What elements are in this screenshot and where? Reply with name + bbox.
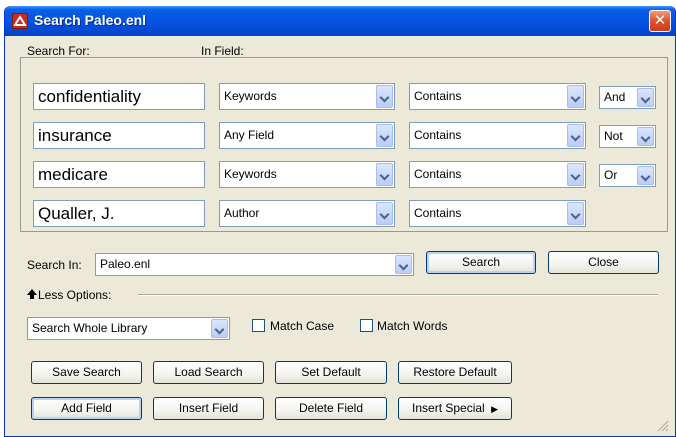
load-search-button[interactable]: Load Search [153, 361, 264, 384]
title-bar[interactable]: Search Paleo.enl ✕ [5, 6, 675, 36]
field-select[interactable]: Any Field [219, 122, 395, 149]
match-case-checkbox[interactable] [252, 319, 265, 332]
search-term-field[interactable]: medicare [33, 161, 205, 188]
chevron-down-icon[interactable] [637, 127, 654, 146]
chevron-down-icon[interactable] [395, 255, 412, 274]
search-term-field[interactable]: Qualler, J. [33, 200, 205, 227]
search-term-field[interactable]: insurance [33, 122, 205, 149]
triangle-right-icon: ▶ [491, 404, 498, 414]
match-case-label: Match Case [270, 319, 335, 333]
search-for-header: Search For: [27, 44, 90, 58]
chevron-down-icon[interactable] [376, 85, 393, 108]
insert-field-button[interactable]: Insert Field [153, 397, 264, 420]
operator-select[interactable]: Contains [409, 161, 586, 188]
match-words-label: Match Words [377, 319, 448, 333]
delete-field-button[interactable]: Delete Field [275, 397, 387, 420]
close-button[interactable]: Close [548, 251, 659, 274]
chevron-down-icon[interactable] [567, 202, 584, 225]
search-scope-select[interactable]: Search Whole Library [27, 317, 230, 340]
less-options-toggle[interactable]: Less Options: [38, 288, 111, 302]
field-select[interactable]: Keywords [219, 83, 395, 110]
operator-select-value: Contains [414, 89, 462, 103]
in-field-header: In Field: [201, 44, 244, 58]
operator-select[interactable]: Contains [409, 83, 586, 110]
field-select[interactable]: Keywords [219, 161, 395, 188]
search-in-select[interactable]: Paleo.enl [95, 253, 414, 276]
triangle-up-icon[interactable] [27, 288, 37, 300]
search-in-label: Search In: [27, 258, 82, 272]
search-scope-value: Search Whole Library [32, 321, 148, 335]
chevron-down-icon[interactable] [211, 319, 228, 338]
operator-select[interactable]: Contains [409, 200, 586, 227]
boolean-select-value: And [604, 90, 626, 104]
field-select-value: Any Field [224, 128, 275, 142]
operator-select-value: Contains [414, 206, 462, 220]
search-dialog: Search Paleo.enl ✕ Search For: In Field:… [4, 6, 676, 437]
options-separator [138, 294, 658, 296]
insert-special-button[interactable]: Insert Special ▶ [398, 397, 512, 420]
insert-special-label: Insert Special [412, 401, 485, 415]
chevron-down-icon[interactable] [567, 124, 584, 147]
close-icon[interactable]: ✕ [649, 10, 671, 32]
chevron-down-icon[interactable] [637, 166, 654, 185]
restore-default-button[interactable]: Restore Default [398, 361, 512, 384]
field-select[interactable]: Author [219, 200, 395, 227]
chevron-down-icon[interactable] [376, 202, 393, 225]
chevron-down-icon[interactable] [637, 88, 654, 107]
set-default-button[interactable]: Set Default [275, 361, 387, 384]
search-button[interactable]: Search [426, 251, 536, 274]
window-title: Search Paleo.enl [34, 12, 147, 28]
boolean-select[interactable]: Or [599, 164, 656, 187]
operator-select[interactable]: Contains [409, 122, 586, 149]
chevron-down-icon[interactable] [376, 124, 393, 147]
chevron-down-icon[interactable] [376, 163, 393, 186]
boolean-select-value: Not [604, 129, 623, 143]
resize-grip-icon[interactable] [657, 420, 669, 432]
boolean-select[interactable]: Not [599, 125, 656, 148]
save-search-button[interactable]: Save Search [31, 361, 142, 384]
field-select-value: Keywords [224, 89, 277, 103]
chevron-down-icon[interactable] [567, 85, 584, 108]
chevron-down-icon[interactable] [567, 163, 584, 186]
add-field-button[interactable]: Add Field [31, 397, 142, 420]
endnote-app-icon [12, 13, 28, 29]
field-select-value: Keywords [224, 167, 277, 181]
search-in-value: Paleo.enl [100, 257, 151, 271]
operator-select-value: Contains [414, 128, 462, 142]
field-select-value: Author [224, 206, 260, 220]
operator-select-value: Contains [414, 167, 462, 181]
match-words-checkbox[interactable] [360, 319, 373, 332]
boolean-select-value: Or [604, 168, 618, 182]
search-term-field[interactable]: confidentiality [33, 83, 205, 110]
boolean-select[interactable]: And [599, 86, 656, 109]
